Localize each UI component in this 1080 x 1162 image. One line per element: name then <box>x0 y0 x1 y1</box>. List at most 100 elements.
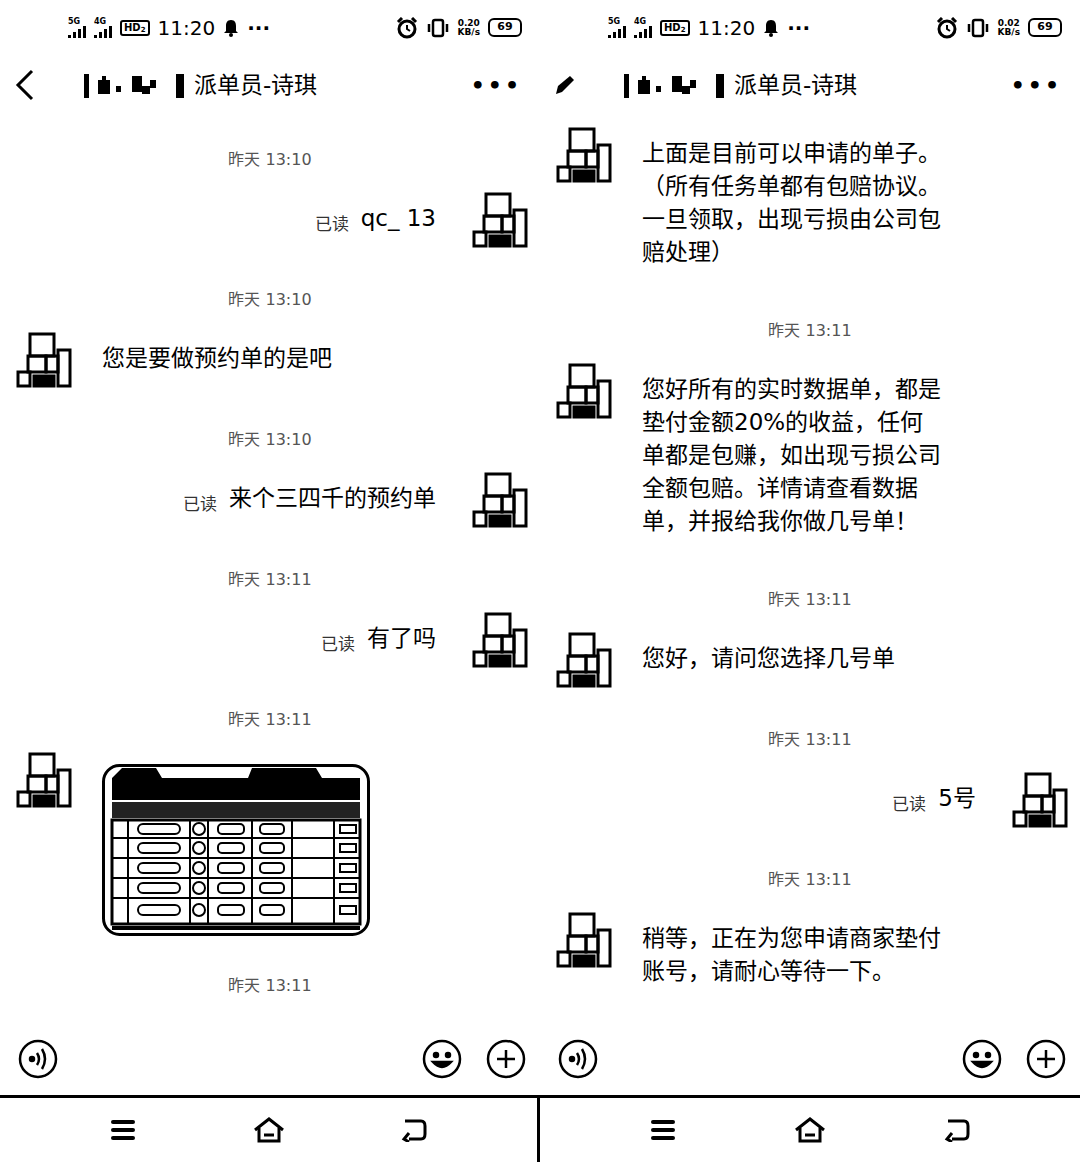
read-receipt: 已读 <box>321 610 355 658</box>
network-label: 5G <box>608 18 620 26</box>
received-message: 您是要做预约单的是吧 <box>0 330 540 390</box>
home-icon[interactable] <box>253 1117 285 1143</box>
message-text: 您是要做预约单的是吧 <box>102 330 332 387</box>
timestamp: 昨天 13:10 <box>0 145 540 175</box>
received-message <box>0 750 540 936</box>
received-message: 稍等，正在为您申请商家垫付账号，请耐心等待一下。 <box>540 910 1080 1000</box>
back-nav-icon[interactable] <box>944 1118 970 1142</box>
alarm-icon <box>936 17 958 39</box>
more-menu[interactable]: ••• <box>471 69 522 102</box>
message-text: 来个三四千的预约单 <box>229 470 436 527</box>
more-menu[interactable]: ••• <box>1011 69 1062 102</box>
timestamp-row: 昨天 13:11 <box>0 565 540 595</box>
read-receipt: 已读 <box>315 190 349 238</box>
shared-image[interactable] <box>102 764 370 936</box>
home-icon[interactable] <box>794 1117 826 1143</box>
back-nav-icon[interactable] <box>401 1118 427 1142</box>
speed-unit: KB/s <box>998 28 1020 37</box>
received-message: 您好，请问您选择几号单 <box>540 630 1080 690</box>
voice-icon[interactable] <box>558 1039 598 1079</box>
speed-value: 0.02 <box>998 19 1020 28</box>
signal-icon <box>68 26 86 38</box>
signal-icon <box>94 26 112 38</box>
emoji-icon[interactable] <box>962 1039 1002 1079</box>
timestamp-row: 昨天 13:11 <box>540 865 1080 895</box>
avatar-icon[interactable] <box>470 190 530 250</box>
plus-icon[interactable] <box>1026 1039 1066 1079</box>
hd-sub: 2 <box>681 26 686 34</box>
avatar-icon[interactable] <box>470 610 530 670</box>
network-indicator: 4G <box>94 18 112 38</box>
menu-icon[interactable] <box>650 1119 676 1141</box>
avatar-icon[interactable] <box>470 470 530 530</box>
redacted-name-icon <box>624 70 730 100</box>
voice-icon[interactable] <box>18 1039 58 1079</box>
message-row: 稍等，正在为您申请商家垫付账号，请耐心等待一下。 <box>540 910 1080 1000</box>
alarm-icon <box>396 17 418 39</box>
timestamp: 昨天 13:10 <box>0 425 540 455</box>
status-bar: 5G 4G HD2 11:20 ··· 0.20KB/s 69 <box>0 0 540 55</box>
avatar-icon[interactable] <box>1010 770 1070 830</box>
status-left: 5G4GHD211:20··· <box>608 13 810 43</box>
hd-badge: HD2 <box>120 20 150 36</box>
timestamp: 昨天 13:11 <box>540 316 1080 346</box>
hd-label: HD <box>664 22 681 33</box>
timestamp-row: 昨天 13:10 <box>0 285 540 315</box>
plus-icon[interactable] <box>486 1039 526 1079</box>
message-row <box>0 750 540 936</box>
timestamp: 昨天 13:11 <box>0 565 540 595</box>
contact-name: 派单员-诗琪 <box>194 68 317 103</box>
received-message: 上面是目前可以申请的单子。（所有任务单都有包赔协议。一旦领取，出现亏损由公司包赔… <box>540 125 1080 281</box>
avatar-icon[interactable] <box>554 125 614 185</box>
network-speed: 0.02KB/s <box>998 19 1020 37</box>
sent-message: 已读有了吗 <box>0 610 540 670</box>
clock: 11:20 <box>158 13 216 43</box>
hd-badge: HD2 <box>660 20 690 36</box>
read-receipt: 已读 <box>183 470 217 518</box>
avatar-icon[interactable] <box>14 330 74 390</box>
speed-unit: KB/s <box>458 28 480 37</box>
message-row: 您好，请问您选择几号单 <box>540 630 1080 690</box>
timestamp-row: 昨天 13:10 <box>0 425 540 455</box>
input-actions <box>422 1039 526 1079</box>
notification-icon <box>223 19 239 37</box>
timestamp: 昨天 13:11 <box>540 865 1080 895</box>
timestamp-row: 昨天 13:11 <box>540 316 1080 346</box>
chat-header: 派单员-诗琪 ••• <box>540 55 1080 115</box>
timestamp-row: 昨天 13:11 <box>0 705 540 735</box>
back-icon[interactable] <box>14 69 36 101</box>
message-text: 上面是目前可以申请的单子。（所有任务单都有包赔协议。一旦领取，出现亏损由公司包赔… <box>642 125 942 281</box>
sent-message: 已读qc_ 13 <box>0 190 540 250</box>
emoji-icon[interactable] <box>422 1039 462 1079</box>
menu-icon[interactable] <box>110 1119 136 1141</box>
network-label: 4G <box>634 18 646 26</box>
timestamp-row: 昨天 13:10 <box>0 145 540 175</box>
status-left: 5G 4G HD2 11:20 ··· <box>68 13 270 43</box>
message-text: 您好所有的实时数据单，都是垫付金额20%的收益，任何单都是包赚，如出现亏损公司全… <box>642 361 942 550</box>
edit-icon[interactable] <box>554 74 576 96</box>
read-receipt: 已读 <box>892 770 926 818</box>
message-row: 上面是目前可以申请的单子。（所有任务单都有包赔协议。一旦领取，出现亏损由公司包赔… <box>540 125 1080 281</box>
network-label: 5G <box>68 18 80 26</box>
vibrate-icon <box>426 18 450 38</box>
avatar-icon[interactable] <box>14 750 74 810</box>
sent-message: 已读来个三四千的预约单 <box>0 470 540 530</box>
input-actions <box>962 1039 1066 1079</box>
contact-name: 派单员-诗琪 <box>734 68 857 103</box>
avatar-icon[interactable] <box>554 630 614 690</box>
input-bar <box>540 1023 1080 1095</box>
avatar-icon[interactable] <box>554 910 614 970</box>
battery: 69 <box>488 18 522 36</box>
avatar-icon[interactable] <box>554 361 614 421</box>
message-row: 您好所有的实时数据单，都是垫付金额20%的收益，任何单都是包赚，如出现亏损公司全… <box>540 361 1080 550</box>
message-list: 上面是目前可以申请的单子。（所有任务单都有包赔协议。一旦领取，出现亏损由公司包赔… <box>540 115 1080 1023</box>
message-list: 昨天 13:10已读qc_ 13昨天 13:10您是要做预约单的是吧昨天 13:… <box>0 115 540 1023</box>
network-speed: 0.20KB/s <box>458 19 480 37</box>
sent-message: 已读5号 <box>540 770 1080 830</box>
timestamp-row: 昨天 13:11 <box>540 725 1080 755</box>
chat-screen: 5G 4G HD2 11:20 ··· 0.20KB/s 69 派单员-诗琪 ••• 昨天 13:… <box>0 0 540 1162</box>
more-notifications: ··· <box>247 13 270 43</box>
header-title: 派单员-诗琪 <box>84 68 317 103</box>
timestamp: 昨天 13:11 <box>0 705 540 735</box>
received-message: 您好所有的实时数据单，都是垫付金额20%的收益，任何单都是包赚，如出现亏损公司全… <box>540 361 1080 550</box>
